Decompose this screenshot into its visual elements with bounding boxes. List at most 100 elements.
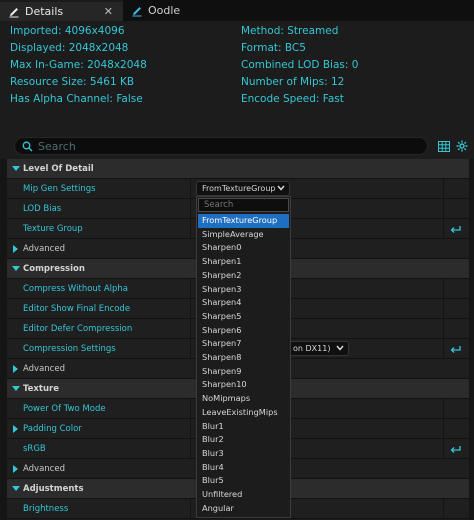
column-divider: [190, 199, 191, 219]
reset-arrow-icon[interactable]: [449, 344, 461, 354]
details-pencil-icon: [7, 5, 21, 19]
dropdown-option[interactable]: Blur1: [198, 420, 289, 434]
tab-oodle-label: Oodle: [148, 4, 181, 17]
advanced-label: Advanced: [23, 244, 65, 254]
column-divider: [443, 399, 444, 419]
dropdown-option[interactable]: Sharpen5: [198, 310, 289, 324]
tab-bar: Details ✕ Oodle: [0, 0, 474, 21]
table-view-icon[interactable]: [437, 139, 451, 153]
property-label: Padding Color: [23, 424, 82, 434]
dropdown-option[interactable]: Sharpen1: [198, 255, 289, 269]
info-max-in-game: Max In-Game: 2048x2048: [10, 59, 147, 71]
column-divider: [190, 299, 191, 319]
collapse-arrow-icon: [12, 485, 20, 493]
dropdown-option[interactable]: Sharpen10: [198, 378, 289, 392]
column-divider: [443, 179, 444, 199]
category-label: Adjustments: [23, 484, 84, 494]
info-imported: Imported: 4096x4096: [10, 25, 125, 37]
info-resource-size: Resource Size: 5461 KB: [10, 76, 135, 88]
compression-settings-combo[interactable]: on DX11): [287, 341, 349, 356]
column-divider: [443, 419, 444, 439]
info-lod-bias: Combined LOD Bias: 0: [241, 59, 359, 71]
dropdown-option[interactable]: SimpleAverage: [198, 228, 289, 242]
search-input[interactable]: [38, 139, 408, 153]
dropdown-search-field[interactable]: [198, 198, 289, 212]
dropdown-option[interactable]: Sharpen2: [198, 269, 289, 283]
collapse-arrow-icon: [12, 165, 20, 173]
dropdown-option[interactable]: Sharpen3: [198, 283, 289, 297]
info-displayed: Displayed: 2048x2048: [10, 42, 129, 54]
info-method: Method: Streamed: [241, 25, 339, 37]
close-icon[interactable]: ✕: [104, 5, 113, 18]
dropdown-option[interactable]: Blur4: [198, 461, 289, 475]
mip-gen-settings-combo[interactable]: FromTextureGroup: [196, 181, 290, 196]
expand-arrow-icon: [12, 245, 20, 253]
column-divider: [443, 199, 444, 219]
column-divider: [190, 319, 191, 339]
column-divider: [190, 339, 191, 359]
expand-arrow-icon: [12, 465, 20, 473]
column-divider: [190, 219, 191, 239]
reset-arrow-icon[interactable]: [449, 444, 461, 454]
column-divider: [190, 439, 191, 459]
dropdown-option[interactable]: Blur5: [198, 474, 289, 488]
dropdown-option[interactable]: NoMipmaps: [198, 392, 289, 406]
dropdown-option[interactable]: Blur2: [198, 433, 289, 447]
reset-arrow-icon[interactable]: [449, 224, 461, 234]
property-label: LOD Bias: [23, 204, 62, 214]
property-label: Texture Group: [23, 224, 83, 234]
dropdown-option[interactable]: LeaveExistingMips: [198, 406, 289, 420]
category-label: Texture: [23, 384, 59, 394]
column-divider: [443, 339, 444, 359]
chevron-down-icon: [277, 185, 285, 191]
tab-oodle[interactable]: Oodle: [123, 0, 223, 21]
column-divider: [443, 319, 444, 339]
search-row: [0, 134, 474, 159]
dropdown-option[interactable]: Sharpen6: [198, 324, 289, 338]
category-level-of-detail[interactable]: Level Of Detail: [7, 159, 469, 179]
column-divider: [190, 499, 191, 519]
property-label: Brightness: [23, 504, 69, 514]
dropdown-option[interactable]: Sharpen9: [198, 365, 289, 379]
mip-gen-dropdown-menu: FromTextureGroupSimpleAverageSharpen0Sha…: [196, 196, 291, 518]
property-label: Compress Without Alpha: [23, 284, 128, 294]
column-divider: [443, 279, 444, 299]
dropdown-option[interactable]: Sharpen7: [198, 337, 289, 351]
info-alpha-channel: Has Alpha Channel: False: [10, 93, 143, 105]
search-bar[interactable]: [14, 137, 428, 155]
dropdown-option[interactable]: FromTextureGroup: [198, 214, 289, 228]
expand-arrow-icon: [12, 365, 20, 373]
property-label: sRGB: [23, 444, 46, 454]
column-divider: [443, 439, 444, 459]
tab-details[interactable]: Details ✕: [0, 0, 123, 21]
dropdown-option[interactable]: Sharpen8: [198, 351, 289, 365]
dropdown-option[interactable]: Angular: [198, 502, 289, 516]
category-label: Compression: [23, 264, 85, 274]
advanced-label: Advanced: [23, 464, 65, 474]
dropdown-option[interactable]: Sharpen0: [198, 241, 289, 255]
property-label: Compression Settings: [23, 344, 116, 354]
column-divider: [190, 419, 191, 439]
search-icon: [20, 139, 34, 153]
property-label: Mip Gen Settings: [23, 184, 96, 194]
dropdown-option[interactable]: Unfiltered: [198, 488, 289, 502]
dropdown-search-input[interactable]: [204, 200, 284, 210]
expand-arrow-icon: [12, 425, 20, 433]
dropdown-option[interactable]: Sharpen4: [198, 296, 289, 310]
property-label: Editor Show Final Encode: [23, 304, 131, 314]
column-divider: [443, 299, 444, 319]
chevron-down-icon: [336, 345, 344, 351]
collapse-arrow-icon: [12, 385, 20, 393]
info-format: Format: BC5: [241, 42, 306, 54]
category-label: Level Of Detail: [23, 164, 94, 174]
property-label: Editor Defer Compression: [23, 324, 133, 334]
column-divider: [190, 399, 191, 419]
settings-gear-icon[interactable]: [455, 139, 469, 153]
dropdown-option[interactable]: Blur3: [198, 447, 289, 461]
oodle-pencil-icon: [130, 4, 144, 18]
info-mip-count: Number of Mips: 12: [241, 76, 345, 88]
info-encode-speed: Encode Speed: Fast: [241, 93, 344, 105]
column-divider: [190, 179, 191, 199]
column-divider: [443, 499, 444, 519]
texture-info-panel: Imported: 4096x4096 Displayed: 2048x2048…: [0, 21, 474, 134]
